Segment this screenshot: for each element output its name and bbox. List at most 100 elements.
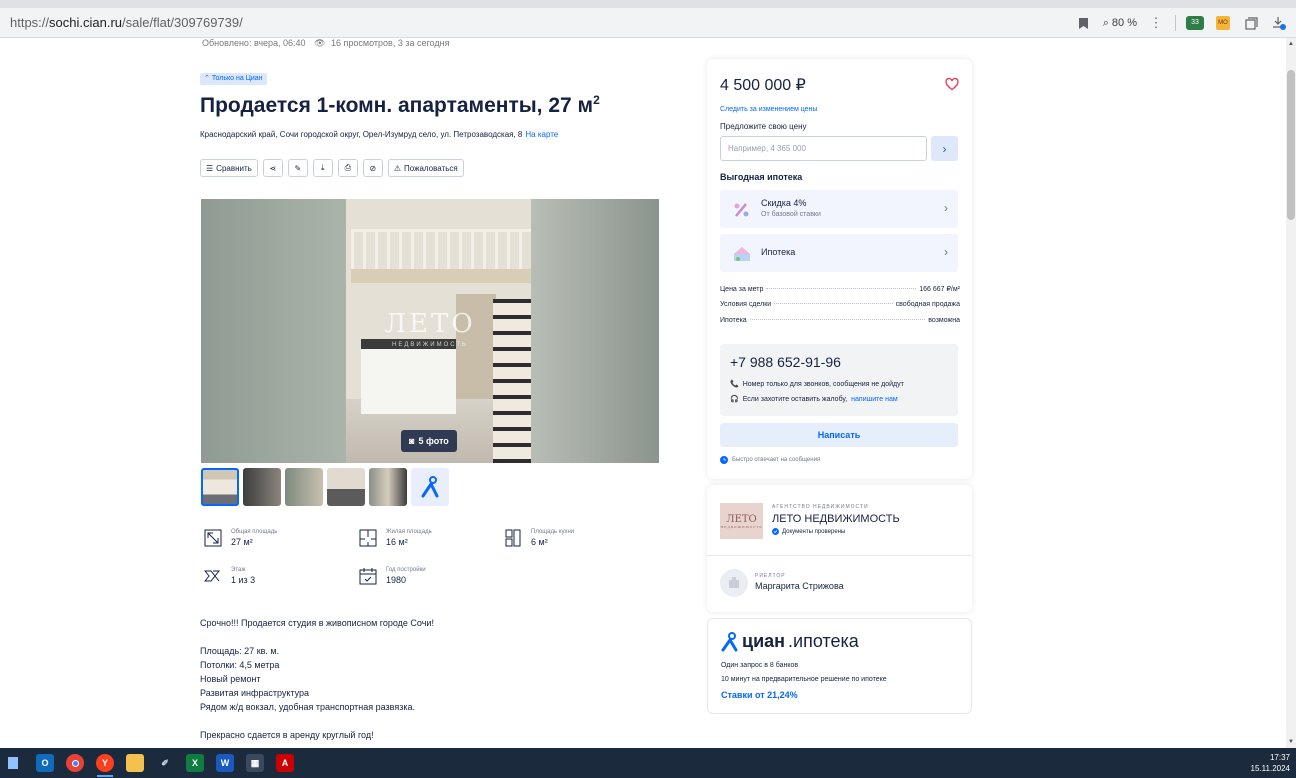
extension-icon[interactable]: 33 xyxy=(1186,14,1204,32)
paint-icon[interactable]: ✐ xyxy=(156,754,174,772)
eye-icon: 👁 xyxy=(314,38,326,48)
favorite-heart-icon[interactable] xyxy=(945,77,959,91)
agency-logo[interactable]: ЛЕТО НЕДВИЖИМОСТЬ xyxy=(720,503,763,539)
fact-row: Условия сделки свободная продажа xyxy=(720,301,960,308)
warning-icon: ⚠ xyxy=(393,163,401,173)
write-message-button[interactable]: Написать xyxy=(720,423,958,447)
cian-mortgage-promo[interactable]: циан .ипотека Один запрос в 8 банков 10 м… xyxy=(707,618,972,714)
map-thumbnail[interactable] xyxy=(411,468,449,506)
cian-logo-icon xyxy=(721,632,738,652)
description-line: Потолки: 4,5 метра xyxy=(200,660,280,670)
agency-card[interactable]: ЛЕТО НЕДВИЖИМОСТЬ АГЕНТСТВО НЕДВИЖИМОСТИ … xyxy=(707,485,972,612)
param-living-area: Жилая площадь 16 м² xyxy=(358,528,432,548)
offer-price-input[interactable]: Например, 4 365 000 xyxy=(720,136,927,161)
scroll-up-arrow-icon[interactable]: ▲ xyxy=(1287,40,1295,48)
download-button[interactable]: ⤓ xyxy=(312,159,333,177)
calculator-icon[interactable]: ▦ xyxy=(246,754,264,772)
realtor-avatar[interactable] xyxy=(720,569,748,597)
discount-item[interactable]: Скидка 4% От базовой ставки › xyxy=(720,190,958,228)
agency-kind: АГЕНТСТВО НЕДВИЖИМОСТИ xyxy=(772,504,869,510)
yandex-browser-icon[interactable]: Y xyxy=(96,754,114,772)
offer-submit-button[interactable]: › xyxy=(931,136,958,161)
url-text[interactable]: https://sochi.cian.ru/sale/flat/30976973… xyxy=(10,15,243,30)
page-viewport: Обновлено: вчера, 06:40 👁 16 просмотров,… xyxy=(0,38,1286,748)
more-menu-icon[interactable]: ⋮ xyxy=(1147,14,1165,32)
mortgage-title: Выгодная ипотека xyxy=(720,172,803,182)
promo-line: 10 минут на предварительное решение по и… xyxy=(721,676,887,683)
description-line: Развитая инфраструктура xyxy=(200,688,310,698)
headset-icon: 🎧 xyxy=(730,396,739,403)
complaint-link[interactable]: напишите нам xyxy=(851,396,898,403)
clock-icon xyxy=(720,456,728,464)
description-lead: Срочно!!! Продается студия в живописном … xyxy=(200,618,434,628)
extension-mo-icon[interactable]: MO xyxy=(1214,14,1232,32)
share-button[interactable]: ⋖ xyxy=(262,159,283,177)
share-icon: ⋖ xyxy=(269,163,277,173)
hide-button[interactable]: ⊘ xyxy=(362,159,383,177)
hide-eye-icon: ⊘ xyxy=(369,163,377,173)
thumbnail[interactable] xyxy=(201,468,239,506)
outlook-icon[interactable]: O xyxy=(36,754,54,772)
downloads-icon[interactable] xyxy=(1270,14,1288,32)
agency-name[interactable]: ЛЕТО НЕДВИЖИМОСТЬ xyxy=(772,513,900,525)
param-build-year: Год постройки 1980 xyxy=(358,566,426,586)
listing-description: Срочно!!! Продается студия в живописном … xyxy=(200,616,434,748)
main-photo[interactable]: ЛЕТО НЕДВИЖИМОСТЬ ◙ 5 фото xyxy=(201,199,659,463)
photo-thumbnails xyxy=(201,468,449,506)
photo-count-button[interactable]: ◙ 5 фото xyxy=(401,430,457,452)
realtor-kind: РИЕЛТОР xyxy=(755,573,786,579)
agency-verified: Документы проверены xyxy=(772,528,845,535)
living-area-icon xyxy=(358,528,378,548)
system-clock[interactable]: 17:37 15.11.2024 xyxy=(1251,752,1290,774)
compare-button[interactable]: ☰ Сравнить xyxy=(200,159,258,177)
scrollbar-thumb[interactable] xyxy=(1287,70,1295,220)
pencil-icon: ✎ xyxy=(294,163,302,173)
map-pin-icon xyxy=(421,476,439,498)
chevron-right-icon: › xyxy=(942,141,947,156)
photo-watermark: ЛЕТО xyxy=(384,309,476,339)
kitchen-icon xyxy=(503,528,523,548)
realtor-name[interactable]: Маргарита Стрижова xyxy=(755,581,844,591)
listing-title: Продается 1-комн. апартаменты, 27 м2 xyxy=(200,93,600,117)
photo-watermark-sub: НЕДВИЖИМОСТЬ xyxy=(392,342,468,348)
thumbnail[interactable] xyxy=(243,468,281,506)
area-icon xyxy=(203,528,223,548)
collections-icon[interactable] xyxy=(1242,14,1260,32)
description-line: Новый ремонт xyxy=(200,674,261,684)
promo-rate[interactable]: Ставки от 21,24% xyxy=(721,690,798,700)
thumbnail[interactable] xyxy=(285,468,323,506)
note-button[interactable]: ✎ xyxy=(287,159,308,177)
only-on-cian-badge: ⌃ Только на Циан xyxy=(200,73,267,85)
mortgage-item[interactable]: Ипотека › xyxy=(720,234,958,272)
bookmark-icon[interactable] xyxy=(1075,14,1093,32)
photo-kitchen xyxy=(361,339,456,414)
description-tail: Прекрасно сдается в аренду круглый год! xyxy=(200,730,374,740)
thumbnail[interactable] xyxy=(369,468,407,506)
discount-percent-icon xyxy=(734,203,749,217)
chrome-icon[interactable] xyxy=(66,754,84,772)
print-button[interactable]: ⎙ xyxy=(337,159,358,177)
toolbar-separator xyxy=(1175,15,1176,31)
excel-icon[interactable]: X xyxy=(186,754,204,772)
acrobat-icon[interactable]: A xyxy=(276,754,294,772)
complain-button[interactable]: ⚠ Пожаловаться xyxy=(387,159,464,177)
scroll-down-arrow-icon[interactable]: ▼ xyxy=(1287,738,1295,746)
price-card: 4 500 000 ₽ Следить за изменением цены П… xyxy=(707,59,972,479)
zoom-icon: ⌕ xyxy=(1102,16,1109,29)
map-link[interactable]: На карте xyxy=(525,130,558,139)
file-explorer-small-icon[interactable] xyxy=(4,754,22,772)
listing-actions: ☰ Сравнить ⋖ ✎ ⤓ ⎙ ⊘ ⚠ Пожаловаться xyxy=(200,159,464,177)
follow-price-link[interactable]: Следить за изменением цены xyxy=(720,106,817,113)
zoom-indicator[interactable]: ⌕ 80 % xyxy=(1103,17,1137,30)
phone-note: 📞 Номер только для звонков, сообщения не … xyxy=(730,380,904,389)
file-explorer-icon[interactable] xyxy=(126,754,144,772)
phone-number[interactable]: +7 988 652-91-96 xyxy=(730,354,841,370)
complaint-note: 🎧 Если захотите оставить жалобу, напишите … xyxy=(730,395,898,404)
thumbnail[interactable] xyxy=(327,468,365,506)
word-icon[interactable]: W xyxy=(216,754,234,772)
address-bar[interactable]: https://sochi.cian.ru/sale/flat/30976973… xyxy=(0,8,1296,38)
verified-check-icon xyxy=(772,528,779,535)
price: 4 500 000 ₽ xyxy=(720,77,806,94)
printer-icon: ⎙ xyxy=(344,163,352,172)
browser-tabstrip xyxy=(0,0,1296,8)
